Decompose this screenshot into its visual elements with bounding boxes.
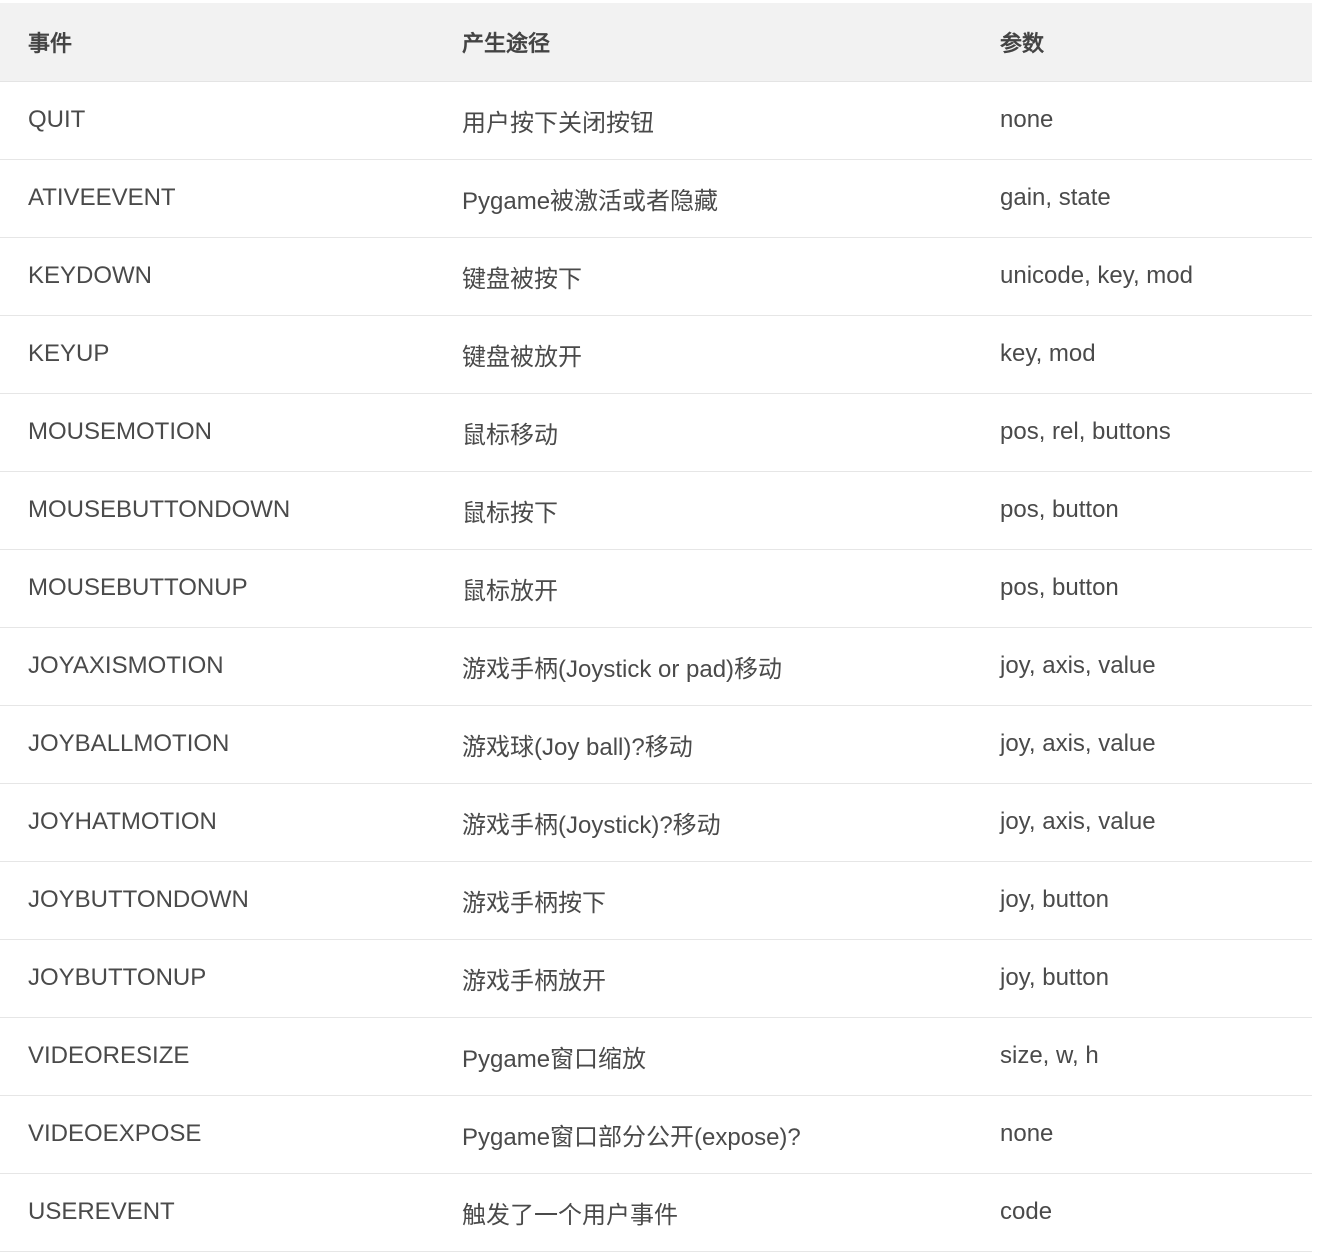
cell-params: pos, button (1000, 471, 1312, 550)
cell-source: 触发了一个用户事件 (462, 1173, 1000, 1252)
cell-source: 键盘被放开 (462, 315, 1000, 394)
table-row: MOUSEBUTTONUP 鼠标放开 pos, button (0, 549, 1312, 628)
cell-event: KEYDOWN (0, 237, 462, 316)
header-row: 事件 产生途径 参数 (0, 3, 1312, 82)
table-row: MOUSEBUTTONDOWN 鼠标按下 pos, button (0, 471, 1312, 550)
table-body: QUIT 用户按下关闭按钮 none ATIVEEVENT Pygame被激活或者隐藏 g… (0, 81, 1312, 1252)
cell-params: gain, state (1000, 159, 1312, 238)
cell-source: 鼠标移动 (462, 393, 1000, 472)
cell-params: none (1000, 1095, 1312, 1174)
cell-source: 鼠标放开 (462, 549, 1000, 628)
table-row: VIDEOEXPOSE Pygame窗口部分公开(expose)? none (0, 1095, 1312, 1174)
cell-source: 游戏手柄(Joystick or pad)移动 (462, 627, 1000, 706)
table-row: USEREVENT 触发了一个用户事件 code (0, 1173, 1312, 1252)
cell-event: JOYHATMOTION (0, 783, 462, 862)
cell-params: joy, axis, value (1000, 705, 1312, 784)
cell-event: JOYAXISMOTION (0, 627, 462, 706)
cell-source: Pygame窗口部分公开(expose)? (462, 1095, 1000, 1174)
cell-params: joy, axis, value (1000, 783, 1312, 862)
cell-source: 游戏手柄按下 (462, 861, 1000, 940)
cell-source: Pygame被激活或者隐藏 (462, 159, 1000, 238)
cell-event: JOYBUTTONDOWN (0, 861, 462, 940)
header-event: 事件 (0, 3, 462, 82)
cell-event: MOUSEMOTION (0, 393, 462, 472)
table-row: MOUSEMOTION 鼠标移动 pos, rel, buttons (0, 393, 1312, 472)
header-params: 参数 (1000, 3, 1312, 82)
table-row: JOYHATMOTION 游戏手柄(Joystick)?移动 joy, axis, … (0, 783, 1312, 862)
cell-event: VIDEORESIZE (0, 1017, 462, 1096)
table-row: KEYUP 键盘被放开 key, mod (0, 315, 1312, 394)
cell-source: Pygame窗口缩放 (462, 1017, 1000, 1096)
cell-event: QUIT (0, 81, 462, 160)
table-row: JOYBALLMOTION 游戏球(Joy ball)?移动 joy, axis, … (0, 705, 1312, 784)
cell-params: joy, axis, value (1000, 627, 1312, 706)
header-source: 产生途径 (462, 3, 1000, 82)
cell-params: joy, button (1000, 939, 1312, 1018)
table-row: ATIVEEVENT Pygame被激活或者隐藏 gain, state (0, 159, 1312, 238)
cell-params: joy, button (1000, 861, 1312, 940)
cell-event: KEYUP (0, 315, 462, 394)
cell-params: key, mod (1000, 315, 1312, 394)
cell-event: USEREVENT (0, 1173, 462, 1252)
table-row: VIDEORESIZE Pygame窗口缩放 size, w, h (0, 1017, 1312, 1096)
table-row: JOYAXISMOTION 游戏手柄(Joystick or pad)移动 joy,… (0, 627, 1312, 706)
events-table-container: 事件 产生途径 参数 QUIT 用户按下关闭按钮 none ATIVEEVENT Pyg… (0, 3, 1312, 1252)
cell-event: JOYBUTTONUP (0, 939, 462, 1018)
events-table: 事件 产生途径 参数 QUIT 用户按下关闭按钮 none ATIVEEVENT Pyg… (0, 3, 1312, 1252)
cell-params: size, w, h (1000, 1017, 1312, 1096)
cell-params: none (1000, 81, 1312, 160)
cell-params: code (1000, 1173, 1312, 1252)
cell-event: VIDEOEXPOSE (0, 1095, 462, 1174)
table-header: 事件 产生途径 参数 (0, 3, 1312, 82)
cell-source: 游戏球(Joy ball)?移动 (462, 705, 1000, 784)
cell-params: pos, button (1000, 549, 1312, 628)
cell-event: MOUSEBUTTONUP (0, 549, 462, 628)
cell-source: 游戏手柄(Joystick)?移动 (462, 783, 1000, 862)
cell-source: 游戏手柄放开 (462, 939, 1000, 1018)
cell-event: ATIVEEVENT (0, 159, 462, 238)
table-row: JOYBUTTONDOWN 游戏手柄按下 joy, button (0, 861, 1312, 940)
cell-source: 键盘被按下 (462, 237, 1000, 316)
cell-params: pos, rel, buttons (1000, 393, 1312, 472)
cell-source: 用户按下关闭按钮 (462, 81, 1000, 160)
cell-event: MOUSEBUTTONDOWN (0, 471, 462, 550)
table-row: QUIT 用户按下关闭按钮 none (0, 81, 1312, 160)
table-row: KEYDOWN 键盘被按下 unicode, key, mod (0, 237, 1312, 316)
cell-params: unicode, key, mod (1000, 237, 1312, 316)
cell-event: JOYBALLMOTION (0, 705, 462, 784)
cell-source: 鼠标按下 (462, 471, 1000, 550)
table-row: JOYBUTTONUP 游戏手柄放开 joy, button (0, 939, 1312, 1018)
